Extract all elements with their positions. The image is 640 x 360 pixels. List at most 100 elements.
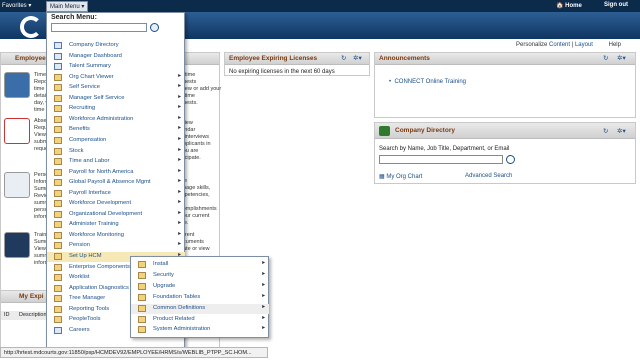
menu-item-label: Compensation: [69, 136, 107, 143]
chevron-right-icon: ▸: [178, 104, 181, 111]
settings-icon[interactable]: ✲▾: [617, 127, 626, 135]
settings-icon[interactable]: ✲▾: [353, 54, 362, 62]
top-bar: Favorites ▾ Main Menu ▾ 🏠 Home Sign out: [0, 0, 640, 12]
settings-icon[interactable]: ✲▾: [617, 54, 626, 62]
menu-item[interactable]: Talent Summary: [47, 62, 185, 72]
document-icon: [54, 326, 62, 334]
menu-item[interactable]: Administer Training ▸: [47, 220, 185, 230]
folder-icon: [54, 168, 62, 176]
menu-item-label: Talent Summary: [69, 63, 111, 70]
chevron-right-icon: ▸: [262, 292, 265, 299]
folder-icon: [54, 242, 62, 250]
menu-item[interactable]: Compensation ▸: [47, 136, 185, 146]
profile-text: file anage skills, mpetencies, , complis…: [180, 178, 217, 226]
menu-item[interactable]: Benefits ▸: [47, 125, 185, 135]
menu-item[interactable]: Stock ▸: [47, 147, 185, 157]
my-org-chart-link[interactable]: ▦ My Org Chart: [379, 173, 422, 180]
licenses-pagelet: Employee Expiring Licenses ↻ ✲▾ No expir…: [224, 52, 370, 76]
menu-item[interactable]: Workforce Monitoring ▸: [47, 231, 185, 241]
menu-item-label: Benefits: [69, 126, 90, 133]
sign-out-link[interactable]: Sign out: [604, 2, 628, 8]
graduation-icon[interactable]: [4, 232, 30, 258]
calendar-icon[interactable]: [4, 118, 30, 144]
submenu-item[interactable]: Foundation Tables ▸: [131, 293, 269, 303]
id-card-icon[interactable]: [4, 172, 30, 198]
menu-item-label: Reporting Tools: [69, 305, 110, 312]
folder-icon: [54, 73, 62, 81]
submenu-item-label: Upgrade: [153, 282, 176, 289]
personalize-content-link[interactable]: Content: [549, 42, 570, 48]
company-directory-pagelet: Company Directory ↻ ✲▾ Search by Name, J…: [374, 122, 636, 184]
folder-icon: [138, 271, 146, 279]
submenu-item[interactable]: Common Definitions ▸: [131, 303, 269, 314]
menu-search-input[interactable]: [51, 23, 147, 32]
chevron-right-icon: ▸: [178, 72, 181, 79]
help-link[interactable]: Help: [609, 42, 621, 48]
submenu-item[interactable]: Product Related ▸: [131, 315, 269, 325]
menu-item[interactable]: Manager Dashboard: [47, 52, 185, 62]
menu-item[interactable]: Self Service ▸: [47, 83, 185, 93]
menu-item[interactable]: Global Payroll & Absence Mgmt ▸: [47, 178, 185, 188]
announcement-item[interactable]: • CONNECT Online Training: [389, 79, 466, 85]
folder-icon: [54, 126, 62, 134]
menu-item-label: Global Payroll & Absence Mgmt: [69, 179, 151, 186]
folder-icon: [54, 305, 62, 313]
menu-item[interactable]: Payroll for North America ▸: [47, 168, 185, 178]
menu-item[interactable]: Workforce Development ▸: [47, 199, 185, 209]
menu-item-label: Workforce Development: [69, 200, 132, 207]
main-menu-button[interactable]: Main Menu ▾: [46, 1, 89, 12]
submenu-item[interactable]: Security ▸: [131, 271, 269, 281]
chevron-right-icon: ▸: [178, 146, 181, 153]
personalize-layout-link[interactable]: Layout: [575, 42, 593, 48]
refresh-icon[interactable]: ↻: [603, 127, 608, 135]
menu-item[interactable]: Org Chart Viewer ▸: [47, 73, 185, 83]
submenu-item-label: System Administration: [153, 326, 211, 333]
home-link[interactable]: 🏠 Home: [556, 2, 582, 9]
advanced-search-link[interactable]: Advanced Search: [465, 173, 512, 179]
submenu-item[interactable]: Upgrade ▸: [131, 282, 269, 292]
menu-item[interactable]: Pension ▸: [47, 241, 185, 251]
directory-icon: [379, 126, 390, 136]
menu-item-label: Payroll Interface: [69, 189, 111, 196]
folder-icon: [138, 261, 146, 268]
overtime-text: ertime quests View or add your e time qu…: [180, 72, 222, 106]
refresh-icon[interactable]: ↻: [341, 54, 346, 62]
chevron-right-icon: ▸: [178, 188, 181, 195]
chevron-right-icon: ▸: [178, 157, 181, 164]
folder-icon: [54, 284, 62, 292]
chevron-right-icon: ▸: [262, 314, 265, 321]
announcements-pagelet: Announcements ↻ ✲▾ • CONNECT Online Trai…: [374, 52, 636, 118]
menu-item[interactable]: Payroll Interface ▸: [47, 189, 185, 199]
menu-item[interactable]: Time and Labor ▸: [47, 157, 185, 167]
submenu-item-label: Foundation Tables: [153, 293, 201, 300]
menu-item[interactable]: Recruiting ▸: [47, 104, 185, 114]
pagelet-title: Employee Expiring Licenses: [229, 55, 318, 62]
licenses-message: No expiring licenses in the next 60 days: [229, 69, 335, 75]
folder-icon: [138, 304, 146, 312]
pagelet-title: Company Directory: [395, 127, 455, 134]
directory-search-input[interactable]: [379, 155, 503, 164]
folder-icon: [54, 295, 62, 303]
chevron-right-icon: ▸: [178, 230, 181, 237]
menu-title: Search Menu:: [51, 14, 97, 21]
col-description: Description: [19, 312, 47, 318]
menu-item[interactable]: Company Directory: [47, 41, 185, 51]
time-reporting-icon[interactable]: [4, 72, 30, 98]
folder-icon: [54, 105, 62, 113]
personalize-bar: Personalize Content | Layout Help: [516, 42, 621, 48]
favorites-menu[interactable]: Favorites ▾: [2, 2, 31, 9]
submenu-item[interactable]: Install ▸: [131, 260, 269, 270]
chevron-right-icon: ▸: [178, 125, 181, 132]
menu-item-label: Workforce Administration: [69, 115, 134, 122]
menu-item[interactable]: Organizational Development ▸: [47, 210, 185, 220]
menu-item[interactable]: Workforce Administration ▸: [47, 115, 185, 125]
refresh-icon[interactable]: ↻: [603, 54, 608, 62]
menu-item-label: Company Directory: [69, 42, 119, 48]
chevron-right-icon: ▸: [178, 114, 181, 121]
submenu-item[interactable]: System Administration ▸: [131, 325, 269, 335]
menu-item[interactable]: Manager Self Service ▸: [47, 94, 185, 104]
menu-search-go-icon[interactable]: [150, 23, 159, 32]
search-go-icon[interactable]: [506, 155, 515, 164]
folder-icon: [54, 84, 62, 92]
menu-item-label: Stock: [69, 147, 84, 154]
